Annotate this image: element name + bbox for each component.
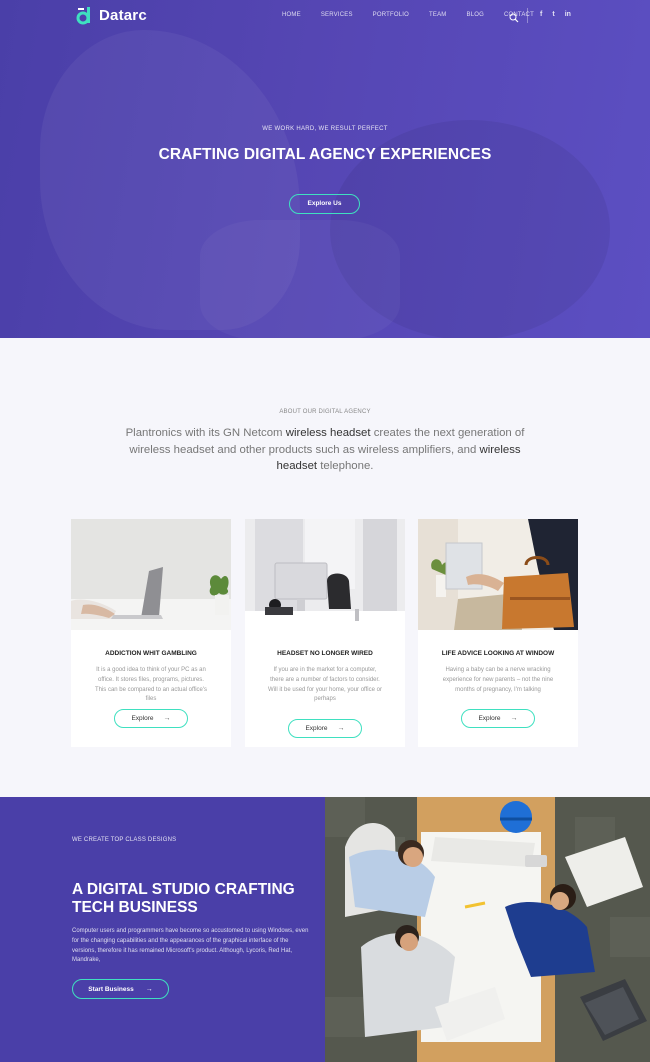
search-icon[interactable] <box>509 10 519 23</box>
card-title: ADDICTION WHIT GAMBLING <box>105 650 197 657</box>
card-text: If you are in the market for a computer,… <box>268 667 382 703</box>
card-image-bag <box>418 519 578 630</box>
arrow-right-icon: → <box>510 715 518 722</box>
menu-item-portfolio[interactable]: PORTFOLIO <box>373 12 409 18</box>
logo[interactable]: Datarc <box>76 6 147 25</box>
hero-background-shape <box>200 220 400 338</box>
studio-text: Computer users and programmers have beco… <box>72 928 309 964</box>
about-kicker: ABOUT OUR DIGITAL AGENCY <box>279 409 371 415</box>
top-navigation: Datarc HOME SERVICES PORTFOLIO TEAM BLOG… <box>0 0 650 34</box>
service-card: LIFE ADVICE LOOKING AT WINDOW Having a b… <box>418 519 578 747</box>
about-text-highlight: wireless headset <box>285 427 371 439</box>
card-text: Having a baby can be a nerve wracking ex… <box>442 667 554 693</box>
twitter-icon[interactable]: t <box>552 11 554 18</box>
social-links: f t in <box>540 11 581 18</box>
explore-button[interactable]: Explore → <box>288 719 362 738</box>
card-image-laptop <box>71 519 231 630</box>
arrow-right-icon: → <box>145 985 153 993</box>
about-text-part: Plantronics with its GN Netcom <box>125 427 286 439</box>
nav-divider <box>527 8 528 23</box>
start-business-button[interactable]: Start Business → <box>72 979 169 999</box>
menu-item-team[interactable]: TEAM <box>429 12 446 18</box>
hero-title: CRAFTING DIGITAL AGENCY EXPERIENCES <box>158 146 492 163</box>
arrow-right-icon: → <box>163 715 171 722</box>
button-label: Explore <box>305 725 328 732</box>
button-label: Explore <box>131 715 154 722</box>
card-image-office <box>245 519 405 630</box>
card-title: HEADSET NO LONGER WIRED <box>277 650 373 657</box>
facebook-icon[interactable]: f <box>540 11 542 18</box>
studio-title: A DIGITAL STUDIO CRAFTING TECH BUSINESS <box>72 881 312 917</box>
card-text: It is a good idea to think of your PC as… <box>94 667 208 703</box>
explore-us-button[interactable]: Explore Us <box>289 194 360 214</box>
menu-item-services[interactable]: SERVICES <box>321 12 353 18</box>
service-card: ADDICTION WHIT GAMBLING It is a good ide… <box>71 519 231 747</box>
arrow-right-icon: → <box>337 725 345 732</box>
card-title: LIFE ADVICE LOOKING AT WINDOW <box>441 650 555 657</box>
explore-button[interactable]: Explore → <box>461 709 535 728</box>
hero-kicker: WE WORK HARD, WE RESULT PERFECT <box>262 126 388 132</box>
about-text-part: telephone. <box>317 460 374 472</box>
menu-item-blog[interactable]: BLOG <box>467 12 484 18</box>
service-card: HEADSET NO LONGER WIRED If you are in th… <box>245 519 405 747</box>
studio-photo <box>325 797 650 1062</box>
studio-section: WE CREATE TOP CLASS DESIGNS A DIGITAL ST… <box>0 797 325 1062</box>
studio-title-line: A DIGITAL STUDIO CRAFTING <box>72 881 295 898</box>
menu-item-home[interactable]: HOME <box>282 12 301 18</box>
button-label: Start Business <box>88 985 134 993</box>
about-text: Plantronics with its GN Netcom wireless … <box>110 425 540 475</box>
logo-icon <box>76 6 93 25</box>
studio-kicker: WE CREATE TOP CLASS DESIGNS <box>72 837 177 843</box>
explore-button[interactable]: Explore → <box>114 709 188 728</box>
studio-title-line: TECH BUSINESS <box>72 899 198 916</box>
linkedin-icon[interactable]: in <box>565 11 571 18</box>
button-label: Explore <box>478 715 501 722</box>
hero-section: Datarc HOME SERVICES PORTFOLIO TEAM BLOG… <box>0 0 650 338</box>
logo-text: Datarc <box>99 7 147 24</box>
